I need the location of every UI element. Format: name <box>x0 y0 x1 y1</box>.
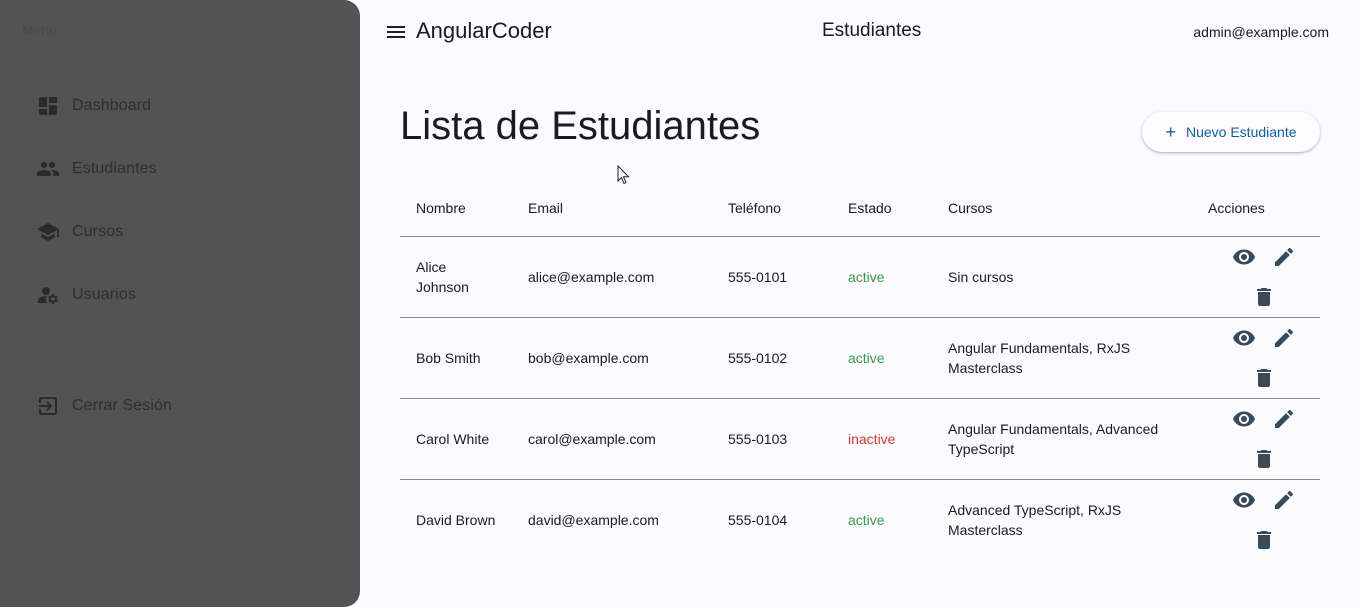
visibility-icon <box>1233 249 1255 264</box>
student-courses: Angular Fundamentals, Advanced TypeScrip… <box>948 420 1159 457</box>
view-button[interactable] <box>1224 399 1264 439</box>
delete-button[interactable] <box>1244 520 1284 560</box>
edit-icon <box>1275 409 1294 428</box>
student-name: Bob Smith <box>416 349 481 366</box>
student-courses: Advanced TypeScript, RxJS Masterclass <box>948 501 1122 538</box>
cell-actions <box>1192 398 1320 480</box>
table-row: Alice Johnson alice@example.com 555-0101… <box>400 236 1320 318</box>
delete-icon <box>1257 530 1271 549</box>
logout-label: Cerrar Sesión <box>72 397 173 414</box>
new-student-button[interactable]: + Nuevo Estudiante <box>1142 112 1320 152</box>
visibility-icon <box>1233 411 1255 426</box>
student-courses: Sin cursos <box>948 268 1014 285</box>
cell-courses: Angular Fundamentals, RxJS Masterclass <box>932 317 1192 399</box>
edit-icon <box>1275 490 1294 509</box>
student-courses: Angular Fundamentals, RxJS Masterclass <box>948 339 1131 376</box>
cell-name: Bob Smith <box>400 317 512 399</box>
cell-phone: 555-0101 <box>712 236 832 318</box>
visibility-icon <box>1233 330 1255 345</box>
student-name: Alice Johnson <box>416 258 469 295</box>
page-heading: Estudiantes <box>822 20 922 41</box>
plus-icon: + <box>1165 122 1176 142</box>
delete-button[interactable] <box>1244 439 1284 479</box>
edit-button[interactable] <box>1264 480 1304 520</box>
table-row: Bob Smith bob@example.com 555-0102 activ… <box>400 317 1320 399</box>
cell-courses: Advanced TypeScript, RxJS Masterclass <box>932 479 1192 560</box>
cell-name: David Brown <box>400 479 512 560</box>
cell-status: active <box>832 236 932 318</box>
logout-button[interactable]: Cerrar Sesión <box>36 392 172 420</box>
edit-button[interactable] <box>1264 237 1304 277</box>
cell-courses: Sin cursos <box>932 236 1192 318</box>
column-header-acciones: Acciones <box>1192 180 1320 237</box>
delete-icon <box>1257 287 1271 306</box>
delete-icon <box>1257 368 1271 387</box>
column-header-estado[interactable]: Estado <box>832 180 932 237</box>
sidebar-item-label: Estudiantes <box>72 160 157 177</box>
delete-icon <box>1257 449 1271 468</box>
dashboard-icon <box>36 94 60 118</box>
cell-email: alice@example.com <box>512 236 712 318</box>
table-header-row: Nombre Email Teléfono Estado Cursos Acci… <box>400 180 1320 237</box>
column-header-nombre[interactable]: Nombre <box>400 180 512 237</box>
delete-button[interactable] <box>1244 358 1284 398</box>
sidebar-item-estudiantes[interactable]: Estudiantes <box>36 155 157 183</box>
sidebar-item-label: Cursos <box>72 223 124 240</box>
cell-name: Carol White <box>400 398 512 480</box>
cell-email: carol@example.com <box>512 398 712 480</box>
view-button[interactable] <box>1224 237 1264 277</box>
sidebar-item-usuarios[interactable]: Usuarios <box>36 281 136 309</box>
school-icon <box>36 220 60 244</box>
view-button[interactable] <box>1224 318 1264 358</box>
table-row: David Brown david@example.com 555-0104 a… <box>400 479 1320 560</box>
sidebar-logo: Menu <box>22 22 58 38</box>
cell-phone: 555-0104 <box>728 511 788 528</box>
edit-button[interactable] <box>1264 318 1304 358</box>
visibility-icon <box>1233 492 1255 508</box>
view-button[interactable] <box>1224 480 1264 520</box>
delete-button[interactable] <box>1244 277 1284 317</box>
cell-phone: 555-0102 <box>712 317 832 399</box>
cell-courses: Angular Fundamentals, Advanced TypeScrip… <box>932 398 1192 480</box>
cell-status: active <box>832 317 932 399</box>
sidebar-item-cursos[interactable]: Cursos <box>36 218 123 246</box>
students-table: Nombre Email Teléfono Estado Cursos Acci… <box>400 180 1320 560</box>
edit-icon <box>1275 328 1294 347</box>
sidebar-item-label: Dashboard <box>72 97 152 114</box>
student-name: Carol White <box>416 430 490 447</box>
cell-status: inactive <box>832 398 932 480</box>
manage-accounts-icon <box>36 283 60 307</box>
new-student-label: Nuevo Estudiante <box>1185 124 1297 140</box>
cell-actions <box>1192 236 1320 318</box>
people-icon <box>36 157 60 181</box>
user-email: admin@example.com <box>1193 24 1329 40</box>
cell-phone: 555-0103 <box>712 398 832 480</box>
table-row: Carol White carol@example.com 555-0103 i… <box>400 398 1320 480</box>
cell-email: bob@example.com <box>512 317 712 399</box>
logout-icon <box>36 394 60 418</box>
top-bar: AngularCoder Estudiantes admin@example.c… <box>360 0 1360 64</box>
column-header-email[interactable]: Email <box>512 180 712 237</box>
cell-email: david@example.com <box>528 511 659 528</box>
menu-icon[interactable] <box>384 20 408 44</box>
column-header-cursos[interactable]: Cursos <box>932 180 1192 237</box>
mouse-cursor-icon <box>617 165 630 185</box>
app-title: AngularCoder <box>416 18 552 43</box>
page-title: Lista de Estudiantes <box>400 104 761 148</box>
sidebar-item-label: Usuarios <box>72 286 136 303</box>
student-name: David Brown <box>416 511 496 528</box>
sidebar-item-dashboard[interactable]: Dashboard <box>36 92 151 120</box>
cell-actions <box>1192 317 1320 399</box>
edit-icon <box>1275 247 1294 266</box>
column-header-telefono[interactable]: Teléfono <box>712 180 832 237</box>
cell-status: active <box>848 511 885 528</box>
cell-actions <box>1192 479 1320 560</box>
cell-name: Alice Johnson <box>400 236 512 318</box>
edit-button[interactable] <box>1264 399 1304 439</box>
sidebar: Menu Dashboard Estudiantes Cursos Usuari… <box>0 0 360 607</box>
